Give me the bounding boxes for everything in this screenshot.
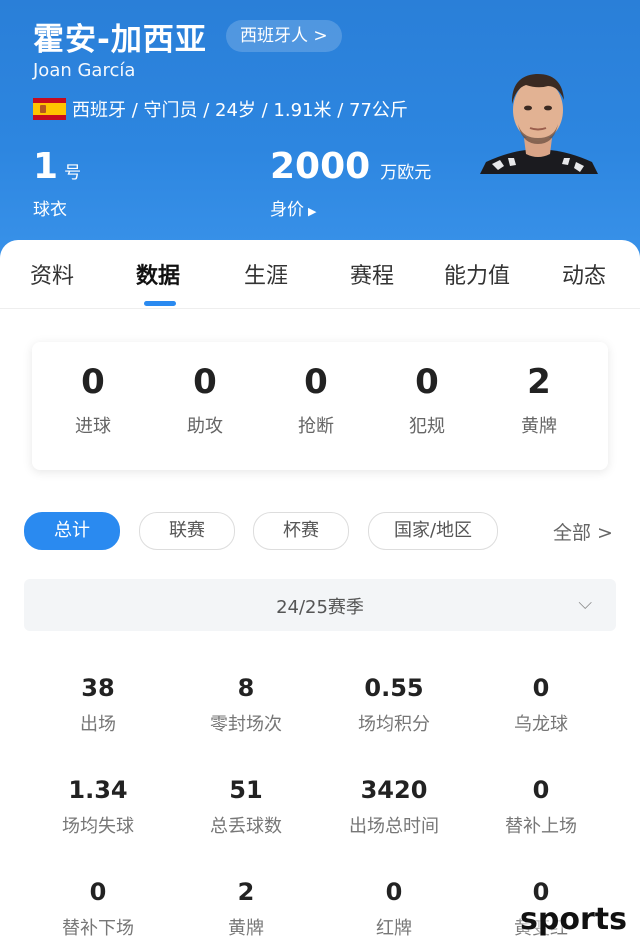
tab-bar: 资料 数据 生涯 赛程 能力值 动态 [0,240,640,309]
tab-schedule[interactable]: 赛程 [350,258,394,290]
season-selector[interactable]: 24/25赛季 ⌵ [24,579,616,631]
season-label: 24/25赛季 [276,597,364,618]
all-filters-link[interactable]: 全部 > [553,518,613,545]
summary-assists: 0 助攻 [187,362,223,437]
stat-points-per-game: 0.55 场均积分 [358,674,430,735]
stat-red-cards: 0 红牌 [376,878,412,939]
caret-right-icon: ▶ [308,205,317,218]
stat-minutes-played: 3420 出场总时间 [349,776,439,837]
nationality-link[interactable]: 西班牙人 > [226,20,342,52]
market-value: 2000 万欧元 [270,146,432,187]
stat-clean-sheets: 8 零封场次 [210,674,282,735]
player-avatar [478,58,598,174]
summary-tackles: 0 抢断 [298,362,334,437]
player-info-text: 西班牙 / 守门员 / 24岁 / 1.91米 / 77公斤 [72,100,408,121]
summary-fouls: 0 犯规 [409,362,445,437]
tab-ability[interactable]: 能力值 [444,258,510,290]
stat-total-goals-conceded: 51 总丢球数 [210,776,282,837]
filter-cup[interactable]: 杯赛 [253,512,349,550]
summary-goals: 0 进球 [75,362,111,437]
tab-career[interactable]: 生涯 [244,258,288,290]
stat-own-goals: 0 乌龙球 [514,674,568,735]
jersey-number: 1号 [33,146,82,187]
filter-total[interactable]: 总计 [24,512,120,550]
summary-yellow-cards: 2 黄牌 [521,362,557,437]
active-tab-indicator [144,301,176,306]
filter-league[interactable]: 联赛 [139,512,235,550]
tab-profile[interactable]: 资料 [30,258,74,290]
player-info-row: 西班牙 / 守门员 / 24岁 / 1.91米 / 77公斤 [33,96,408,122]
summary-card: 0 进球 0 助攻 0 抢断 0 犯规 2 黄牌 [32,342,608,470]
jersey-label: 球衣 [33,200,67,220]
spain-flag-icon [33,98,66,120]
tab-news[interactable]: 动态 [562,258,606,290]
stat-sub-on: 0 替补上场 [505,776,577,837]
filter-national[interactable]: 国家/地区 [368,512,498,550]
stat-appearances: 38 出场 [80,674,116,735]
chevron-down-icon: ⌵ [578,593,592,614]
player-english-name: Joan García [33,60,136,81]
stat-sub-off: 0 替补下场 [62,878,134,939]
watermark: sports [520,902,627,937]
stat-goals-conceded-per-game: 1.34 场均失球 [62,776,134,837]
tab-data[interactable]: 数据 [136,258,180,290]
stat-yellow-cards: 2 黄牌 [228,878,264,939]
market-value-link[interactable]: 身价 ▶ [270,195,316,220]
player-header: 霍安-加西亚 西班牙人 > Joan García 西班牙 / 守门员 / 24… [0,0,640,270]
player-name: 霍安-加西亚 [33,22,207,58]
